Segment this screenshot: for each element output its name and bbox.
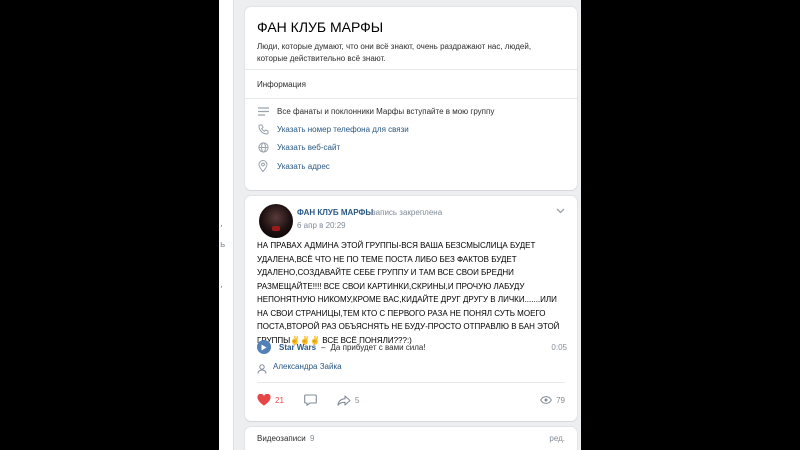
- pinned-post: ФАН КЛУБ МАРФЫ запись закреплена 6 апр в…: [245, 196, 577, 421]
- text-lines-icon: [257, 105, 269, 117]
- group-description: Все фанаты и поклонники Марфы вступайте …: [277, 106, 495, 116]
- divider: [257, 382, 565, 383]
- info-description-row: Все фанаты и поклонники Марфы вступайте …: [257, 103, 494, 119]
- info-address-row[interactable]: Указать адрес: [257, 158, 330, 174]
- sidebar-fragment: ,: [220, 280, 223, 290]
- post-actions: 21 5 79: [257, 391, 565, 409]
- videos-count: 9: [310, 434, 315, 443]
- group-avatar[interactable]: [259, 204, 293, 238]
- add-phone-link[interactable]: Указать номер телефона для связи: [277, 125, 409, 134]
- view-count: 79: [556, 395, 565, 405]
- group-title: ФАН КЛУБ МАРФЫ: [257, 19, 384, 35]
- audio-title[interactable]: Да прибудет с вами сила!: [331, 343, 426, 352]
- divider: [245, 98, 577, 99]
- play-icon: [261, 344, 267, 350]
- globe-icon: [257, 141, 269, 153]
- play-button[interactable]: [257, 340, 271, 354]
- chevron-down-icon[interactable]: [556, 206, 565, 216]
- info-heading: Информация: [257, 80, 306, 89]
- videos-edit-link[interactable]: ред.: [549, 434, 565, 443]
- comment-icon: [304, 394, 317, 406]
- group-info-card: ФАН КЛУБ МАРФЫ Люди, которые думают, что…: [245, 7, 577, 190]
- audio-artist[interactable]: Star Wars: [279, 343, 316, 352]
- heart-icon: [257, 394, 271, 406]
- divider: [245, 69, 577, 70]
- pinned-label: запись закреплена: [372, 208, 443, 217]
- post-signer[interactable]: Александра Зайка: [257, 361, 342, 374]
- add-website-link[interactable]: Указать веб-сайт: [277, 143, 340, 152]
- views-counter: 79: [540, 396, 565, 405]
- info-website-row[interactable]: Указать веб-сайт: [257, 139, 340, 155]
- videos-block: Видеозаписи 9 ред.: [245, 427, 577, 450]
- like-count: 21: [275, 395, 284, 405]
- phone-icon: [257, 123, 269, 135]
- share-button[interactable]: 5: [337, 394, 360, 406]
- audio-separator: –: [321, 342, 326, 352]
- like-button[interactable]: 21: [257, 394, 284, 406]
- comment-button[interactable]: [304, 394, 317, 406]
- left-column-fragment: , ь ,: [219, 0, 234, 450]
- videos-title[interactable]: Видеозаписи: [257, 434, 306, 443]
- signer-name[interactable]: Александра Зайка: [273, 362, 342, 371]
- sidebar-fragment: ,: [220, 219, 223, 229]
- info-phone-row[interactable]: Указать номер телефона для связи: [257, 121, 409, 137]
- location-pin-icon: [257, 160, 269, 172]
- eye-icon: [540, 396, 553, 404]
- audio-attachment[interactable]: Star Wars – Да прибудет с вами сила! 0:0…: [257, 338, 567, 356]
- post-text: НА ПРАВАХ АДМИНА ЭТОЙ ГРУППЫ-ВСЯ ВАША БЕ…: [257, 241, 560, 345]
- sidebar-fragment: ь: [220, 240, 226, 250]
- add-address-link[interactable]: Указать адрес: [277, 162, 330, 171]
- post-date[interactable]: 6 апр в 20:29: [297, 221, 346, 230]
- audio-duration: 0:05: [551, 342, 567, 352]
- share-count: 5: [354, 395, 360, 405]
- post-author[interactable]: ФАН КЛУБ МАРФЫ: [297, 208, 373, 217]
- user-icon: [257, 361, 267, 374]
- group-status: Люди, которые думают, что они всё знают,…: [257, 42, 532, 63]
- share-icon: [337, 394, 351, 406]
